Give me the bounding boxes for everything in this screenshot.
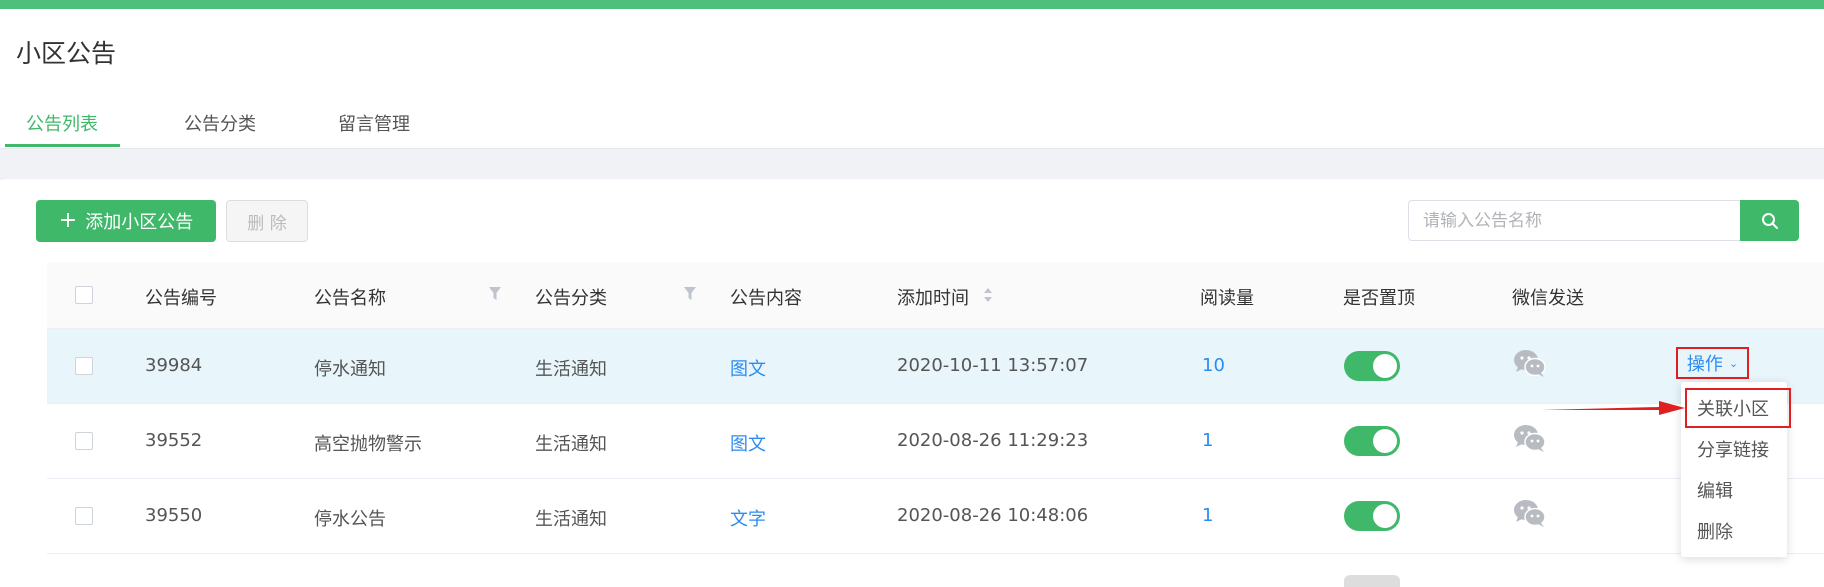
add-announcement-button[interactable]: + 添加小区公告 [36,200,216,242]
cell-name: 停水通知 [314,359,386,380]
wechat-icon[interactable] [1513,499,1547,529]
cell-category: 生活通知 [535,434,607,455]
cell-views[interactable]: 1 [1202,505,1213,526]
menu-item-delete[interactable]: 删除 [1681,513,1787,549]
active-tab-indicator [5,144,120,147]
column-header-time: 添加时间 [897,288,969,309]
row-checkbox[interactable] [75,507,93,525]
row-checkbox[interactable] [75,432,93,450]
cell-content-link[interactable]: 文字 [730,505,766,531]
page-title: 小区公告 [16,39,117,68]
search-icon [1761,212,1778,229]
menu-item-share-link[interactable]: 分享链接 [1681,431,1787,467]
cell-views[interactable]: 1 [1202,430,1213,451]
filter-icon[interactable] [488,286,502,302]
cell-category: 生活通知 [535,509,607,530]
cell-id: 39552 [145,430,203,451]
column-header-category: 公告分类 [535,288,607,309]
pinned-toggle[interactable] [1344,351,1400,381]
search-input[interactable] [1408,200,1740,241]
chevron-down-icon: ⌄ [1728,356,1739,370]
tab-announcement-category[interactable]: 公告分类 [184,110,256,136]
table-row[interactable]: 39550 停水公告 生活通知 文字 2020-08-26 10:48:06 1 [47,479,1824,554]
table-row[interactable]: 39984 停水通知 生活通知 图文 2020-10-11 13:57:07 1… [47,329,1824,404]
add-announcement-label: 添加小区公告 [85,212,194,233]
menu-item-edit[interactable]: 编辑 [1681,472,1787,508]
cell-time: 2020-08-26 11:29:23 [897,430,1089,451]
pinned-toggle[interactable] [1344,426,1400,456]
table-header: 公告编号 公告名称 公告分类 公告内容 添加时间 阅读量 是否置顶 微信发送 [47,262,1824,329]
column-header-content: 公告内容 [730,288,802,309]
delete-button[interactable]: 删 除 [226,200,308,242]
cell-time: 2020-10-11 13:57:07 [897,355,1089,376]
select-all-checkbox[interactable] [75,286,93,304]
cell-category: 生活通知 [535,359,607,380]
tab-message-management[interactable]: 留言管理 [338,110,410,136]
tab-announcement-list[interactable]: 公告列表 [26,110,98,136]
search-button[interactable] [1740,200,1799,241]
cell-id: 39550 [145,505,203,526]
wechat-icon[interactable] [1513,349,1547,379]
content-divider [0,148,1824,180]
cell-views[interactable]: 10 [1202,355,1225,376]
cell-content-link[interactable]: 图文 [730,355,766,381]
red-arrow-annotation [1541,401,1685,415]
top-accent-bar [0,0,1824,9]
sort-icon[interactable] [982,286,994,304]
column-header-wechat: 微信发送 [1512,288,1584,309]
tab-bar: 公告列表 公告分类 留言管理 [0,98,1824,148]
cell-content-link[interactable]: 图文 [730,430,766,456]
wechat-icon[interactable] [1513,424,1547,454]
column-header-pinned: 是否置顶 [1343,288,1415,309]
cell-name: 高空抛物警示 [314,434,422,455]
highlight-box-annotation [1685,388,1791,428]
cell-name: 停水公告 [314,509,386,530]
column-header-id: 公告编号 [145,288,217,309]
pinned-toggle[interactable] [1344,501,1400,531]
pinned-toggle-partial[interactable] [1344,575,1400,587]
column-header-views: 阅读量 [1200,288,1254,309]
cell-time: 2020-08-26 10:48:06 [897,505,1089,526]
column-header-name: 公告名称 [314,288,386,309]
filter-icon[interactable] [683,286,697,302]
actions-dropdown-button[interactable]: 操作 ⌄ [1676,347,1749,379]
row-checkbox[interactable] [75,357,93,375]
actions-label: 操作 [1686,354,1723,375]
plus-icon: + [58,208,78,233]
cell-id: 39984 [145,355,203,376]
